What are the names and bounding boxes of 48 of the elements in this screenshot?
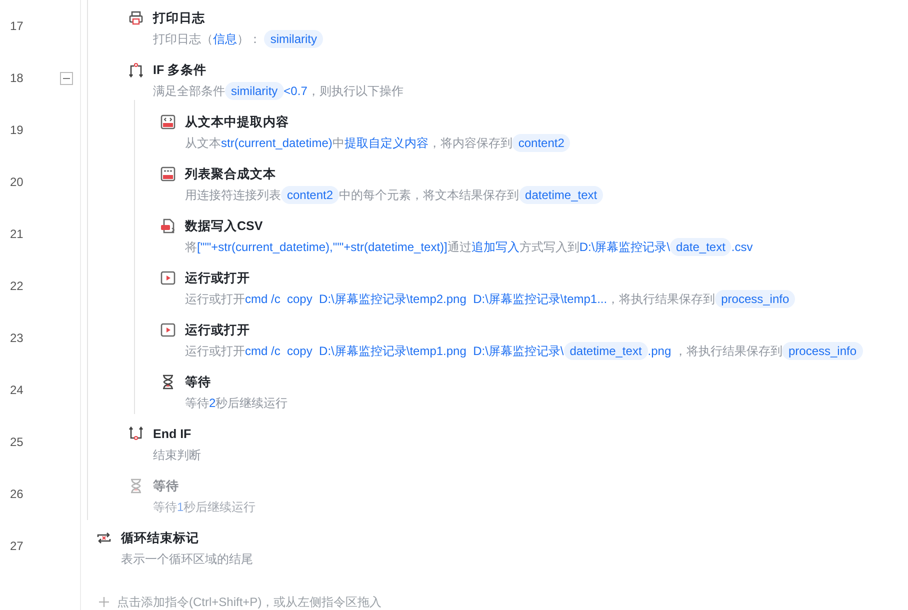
line-number: 22 xyxy=(10,278,24,295)
printer-icon xyxy=(128,10,144,26)
step-title: 等待 xyxy=(185,374,212,391)
step-title: 等待 xyxy=(153,478,180,495)
step-description: 将["'"+str(current_datetime),"'"+str(datetime_text)]通过追加写入方式写入到D:\屏幕监控记录\ date_text .csv xyxy=(185,238,753,256)
line-number: 27 xyxy=(10,538,24,555)
step-title: 循环结束标记 xyxy=(121,530,200,547)
step-title: 打印日志 xyxy=(153,10,206,27)
step-description: 运行或打开cmd /c copy D:\屏幕监控记录\temp1.png D:\屏幕监控记录\ datetime_text .png ，将执行结果保存到 process_info xyxy=(185,342,863,360)
step-title: End IF xyxy=(153,426,192,443)
play-window-icon xyxy=(160,270,176,286)
line-number: 24 xyxy=(10,382,24,399)
collapse-toggle[interactable] xyxy=(60,72,73,85)
line-number: 21 xyxy=(10,226,24,243)
plus-icon[interactable] xyxy=(99,597,109,607)
step-description: 打印日志（信息）： similarity xyxy=(153,30,324,48)
step-title: 数据写入CSV xyxy=(185,218,264,235)
branch-icon xyxy=(128,62,144,78)
step-title: 运行或打开 xyxy=(185,270,251,287)
line-number: 20 xyxy=(10,174,24,191)
text-list-icon xyxy=(160,166,176,182)
step-title: 从文本中提取内容 xyxy=(185,114,290,131)
play-window-icon xyxy=(160,322,176,338)
step-title: IF 多条件 xyxy=(153,62,208,79)
step-description: 满足全部条件 similarity <0.7，则执行以下操作 xyxy=(153,82,404,100)
step-description: 从文本str(current_datetime)中提取自定义内容，将内容保存到 content2 xyxy=(185,134,570,152)
step-title: 列表聚合成文本 xyxy=(185,166,277,183)
hourglass-icon xyxy=(160,374,176,390)
step-description: 表示一个循环区域的结尾 xyxy=(121,551,253,568)
loop-cross-icon xyxy=(96,530,112,546)
step-description: 等待1秒后继续运行 xyxy=(153,499,256,516)
step-title: 运行或打开 xyxy=(185,322,251,339)
line-number: 19 xyxy=(10,122,24,139)
branch-end-icon xyxy=(128,426,144,442)
step-description: 结束判断 xyxy=(153,447,201,464)
minus-icon xyxy=(63,75,70,82)
step-description: 运行或打开cmd /c copy D:\屏幕监控记录\temp2.png D:\屏幕监控记录\temp1...，将执行结果保存到 process_info xyxy=(185,290,796,308)
step-description: 用连接符连接列表 content2 中的每个元素，将文本结果保存到 datetime_text xyxy=(185,186,604,204)
add-command-hint[interactable]: 点击添加指令(Ctrl+Shift+P)，或从左侧指令区拖入 xyxy=(117,593,382,610)
line-number: 18 xyxy=(10,70,24,87)
line-number: 17 xyxy=(10,18,24,35)
csv-file-icon xyxy=(160,218,176,234)
line-number: 26 xyxy=(10,486,24,503)
step-description: 等待2秒后继续运行 xyxy=(185,395,288,412)
code-block-icon xyxy=(160,114,176,130)
line-number: 25 xyxy=(10,434,24,451)
line-number: 23 xyxy=(10,330,24,347)
hourglass-icon xyxy=(128,478,144,494)
